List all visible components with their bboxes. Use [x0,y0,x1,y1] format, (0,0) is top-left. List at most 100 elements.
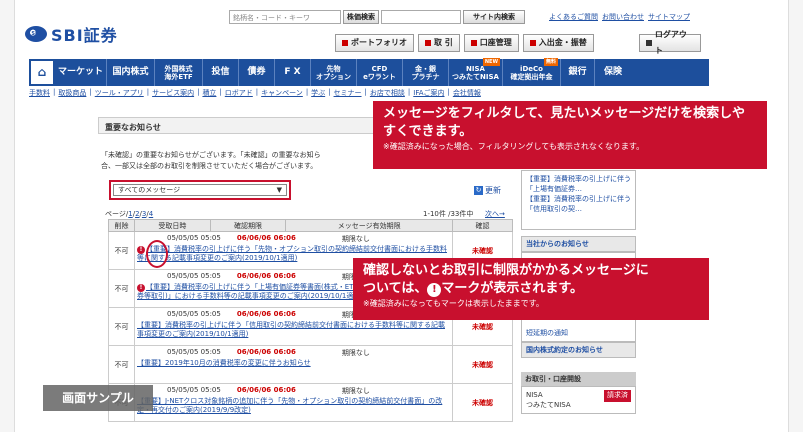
alert-icon: ! [137,246,145,254]
request-button[interactable]: 請求済 [604,390,631,402]
nav-cfd[interactable]: CFD eワラント [357,59,403,86]
portfolio-label: ポートフォリオ [351,38,407,47]
expiry-text: 期限なし [341,349,370,357]
message-subject-link[interactable]: 【重要】J-NETクロス対象銘柄の追加に伴う「先物・オプション取引の契約締結前交… [137,397,450,415]
subnav-tools[interactable]: ツール・アプリ [95,88,144,98]
free-badge: 無料 [543,58,558,66]
callout-heading: 確認しないとお取引に制限がかかるメッセージに [363,263,649,278]
subject-text: 【重要】J-NETクロス対象銘柄の追加に伴う「先物・オプション取引の契約締結前交… [137,397,443,414]
subnav-services[interactable]: サービス案内 [152,88,194,98]
subnav-ifa[interactable]: IFAご案内 [413,88,444,98]
callout-heading: ついては、 [363,281,428,296]
delete-cell: 不可 [108,345,135,384]
sitemap-link[interactable]: サイトマップ [648,12,690,22]
sidebar-link[interactable]: 【重要】消費税率の引上げに伴う「上場有価証券… [526,174,631,194]
page-link[interactable]: 2 [135,210,139,218]
logo-mark: SBI [25,26,47,42]
new-badge: NEW [482,58,500,66]
nav-insurance[interactable]: 保険 [595,59,631,86]
page: SBI SBI証券 銘柄名・コード・キーワ 株価検索 サイト内検索 よくあるご質… [14,0,789,432]
deadline-date: 06/06/06 06:06 [236,272,296,280]
subnav-products[interactable]: 取扱商品 [58,88,86,98]
sidebar-account-open: お取引・口座開設 [521,372,636,386]
deadline-date: 06/06/06 06:06 [236,310,296,318]
delete-cell: 不可 [108,231,135,270]
top-links: よくあるご質問 お問い合わせ サイトマップ [549,12,690,22]
deposit-button[interactable]: 入出金・振替 [522,34,594,52]
page-link[interactable]: 4 [149,210,153,218]
nav-bonds[interactable]: 債券 [239,59,275,86]
logout-button[interactable]: ログアウト [639,30,701,55]
page-link[interactable]: 1 [128,210,132,218]
square-icon [425,40,431,46]
stock-search-input[interactable]: 銘柄名・コード・キーワ [229,10,341,24]
nav-nisa[interactable]: NISA つみたてNISA NEW [449,58,503,86]
sidebar-company-notice[interactable]: 当社からのお知らせ [521,236,636,252]
refresh-label: 更新 [485,186,501,195]
subnav-savings[interactable]: 積立 [202,88,216,98]
subnav-store[interactable]: お店で相談 [370,88,405,98]
expiry-text: 期限なし [341,387,370,395]
message-filter-select[interactable]: すべてのメッセージ ▼ [113,184,287,196]
refresh-button[interactable]: ↻ 更新 [474,185,501,196]
subnav-roboad[interactable]: ロボアド [225,88,253,98]
subnav-seminar[interactable]: セミナー [334,88,362,98]
sidebar-fragment[interactable]: 短延期の通知 [526,328,631,338]
notice-text: 「未確認」の重要なお知らせがございます。「未確認」の重要なお知ら 合、一部又は全… [101,150,371,172]
nav-market[interactable]: マーケット [55,59,107,86]
alert-callout: 確認しないとお取引に制限がかかるメッセージに ついては、! マークが表示されます。… [353,258,709,320]
portfolio-button[interactable]: ポートフォリオ [335,34,414,52]
message-table: 削除 受取日時 確認期限 メッセージ有効期限 確認 不可 05/05/05 05:… [108,219,513,422]
message-subject-link[interactable]: 【重要】消費税率の引上げに伴う「信用取引の契約締結前交付書面における手数料等に関… [137,321,450,339]
trade-button[interactable]: 取 引 [418,34,460,52]
refresh-icon: ↻ [474,186,483,195]
col-expiry: メッセージ有効期限 [285,219,453,232]
sidebar-link[interactable]: 【重要】消費税率の引上げに伴う「信用取引の契… [526,194,631,214]
nav-ideco[interactable]: iDeCo 確定拠出年金 無料 [503,58,561,86]
sbi-logo[interactable]: SBI SBI証券 [25,22,118,46]
message-cell: 05/05/05 05:05 06/06/06 06:06 期限なし 【重要】J-NE… [134,383,453,422]
col-deadline: 確認期限 [209,219,287,232]
nav-foreign-stock[interactable]: 外国株式 海外ETF [155,59,203,86]
delete-cell: 不可 [108,269,135,308]
nav-futures[interactable]: 先物 オプション [311,59,357,86]
nav-funds[interactable]: 投信 [203,59,239,86]
nav-gold[interactable]: 金・銀 プラチナ [403,59,449,86]
subnav-fees[interactable]: 手数料 [29,88,50,98]
faq-link[interactable]: よくあるご質問 [549,12,598,22]
col-status: 確認 [452,219,513,232]
subnav-campaign[interactable]: キャンペーン [261,88,303,98]
nav-domestic-stock[interactable]: 国内株式 [107,59,155,86]
message-subject-link[interactable]: 【重要】2019年10月の消費税率の変更に伴うお知らせ [137,359,450,368]
filter-highlight: すべてのメッセージ ▼ [109,180,291,200]
subnav-learn[interactable]: 学ぶ [311,88,325,98]
nav-nisa-label: NISA つみたてNISA [452,64,499,81]
col-received: 受取日時 [134,219,211,232]
sidebar-execution-notice[interactable]: 国内株式約定のお知らせ [521,342,636,358]
site-search-input[interactable] [381,10,461,24]
callout-note: ※確認済みになった場合、フィルタリングしても表示されなくなります。 [383,142,645,151]
subnav-company[interactable]: 会社情報 [453,88,481,98]
home-icon[interactable]: ⌂ [29,59,55,86]
site-search-button[interactable]: サイト内検索 [463,10,525,24]
nav-fx[interactable]: F X [275,59,311,86]
notice-line: 「未確認」の重要なお知らせがございます。「未確認」の重要なお知ら [101,151,321,159]
subject-text: 【重要】2019年10月の消費税率の変更に伴うお知らせ [137,359,311,367]
sidebar-nisa-box: NISA つみたてNISA 請求済 [521,386,636,414]
received-date: 05/05/05 05:05 [167,272,221,280]
next-page-link[interactable]: 次へ→ [485,209,505,219]
nisa-label: NISA つみたてNISA [526,391,571,409]
contact-link[interactable]: お問い合わせ [602,12,644,22]
account-manage-button[interactable]: 口座管理 [463,34,519,52]
square-icon [470,40,477,46]
page-link[interactable]: 3 [142,210,146,218]
col-delete: 削除 [108,219,135,232]
alert-icon: ! [137,284,145,292]
stock-search-button[interactable]: 株価検索 [343,10,379,24]
nav-bank[interactable]: 銀行 [561,59,595,86]
table-row: 不可05/05/05 05:0506/06/06 06:06期限なし【重要】J-… [108,383,513,422]
alert-mark-highlight [146,240,168,268]
expiry-text: 期限なし [341,235,370,243]
square-icon [342,40,348,46]
received-date: 05/05/05 05:05 [167,386,221,394]
